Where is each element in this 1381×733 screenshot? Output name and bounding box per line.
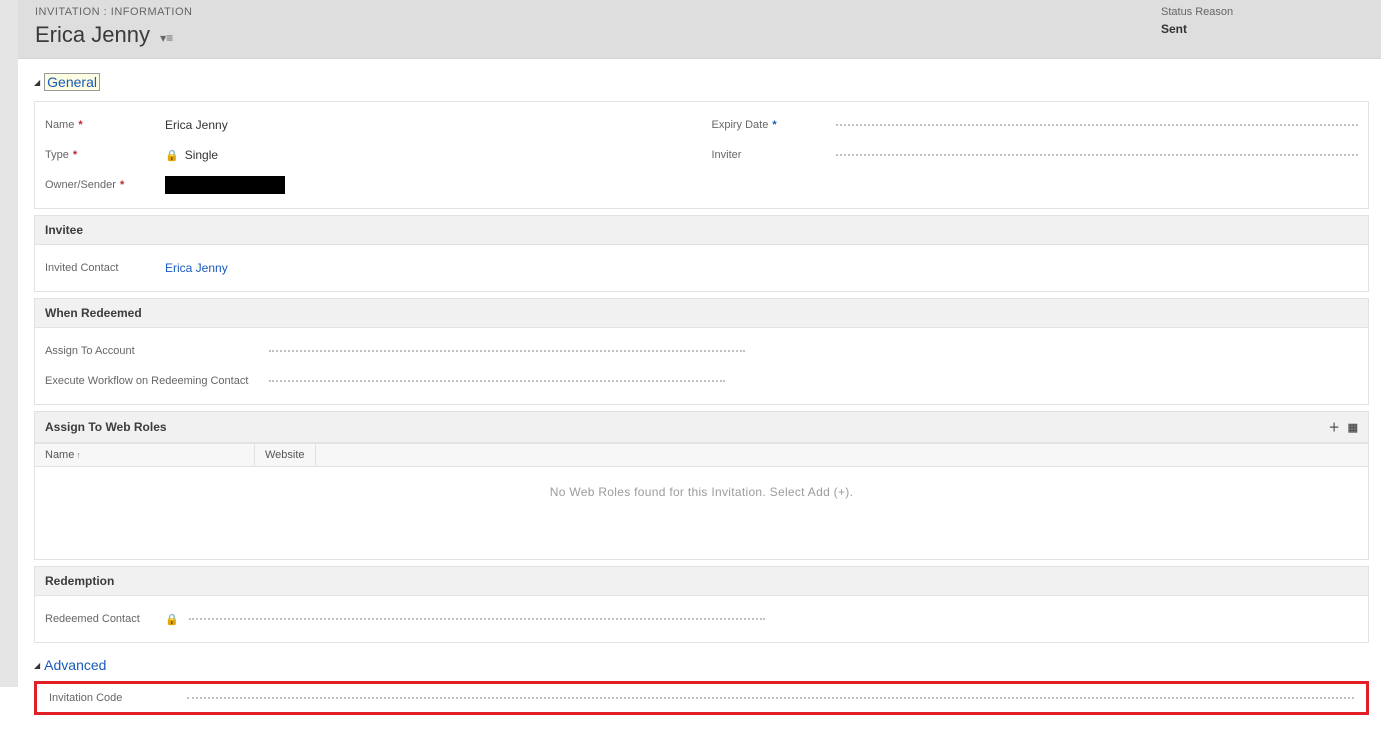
add-web-role-icon[interactable]: ＋	[1329, 419, 1340, 435]
inviter-value[interactable]	[832, 154, 1359, 156]
lock-icon: 🔒	[165, 149, 179, 162]
collapse-icon: ◢	[34, 78, 40, 87]
section-web-roles-header: Assign To Web Roles ＋ ▦	[35, 412, 1368, 443]
execute-workflow-value[interactable]	[265, 380, 725, 382]
left-gutter	[0, 0, 18, 687]
tab-advanced-label: Advanced	[44, 657, 106, 673]
invited-contact-label: Invited Contact	[45, 262, 165, 274]
section-when-redeemed-header: When Redeemed	[35, 299, 1368, 328]
section-redemption: Redemption Redeemed Contact 🔒	[34, 566, 1369, 643]
column-name[interactable]: Name↑	[35, 444, 255, 466]
redeemed-contact-label: Redeemed Contact	[45, 613, 165, 625]
assign-to-account-label: Assign To Account	[45, 345, 265, 357]
record-title: Erica Jenny ▾≡	[35, 22, 192, 48]
status-reason-value: Sent	[1161, 22, 1361, 36]
form-selector-icon[interactable]: ▾≡	[160, 31, 173, 45]
record-title-text: Erica Jenny	[35, 22, 150, 47]
name-label: Name*	[45, 119, 165, 131]
inviter-label: Inviter	[712, 149, 832, 161]
invited-contact-value[interactable]: Erica Jenny	[165, 261, 1358, 275]
collapse-icon: ◢	[34, 661, 40, 670]
section-general-fields: Name* Erica Jenny Type* 🔒 Single	[34, 101, 1369, 209]
form-header: INVITATION : INFORMATION Erica Jenny ▾≡ …	[0, 0, 1381, 59]
assign-to-account-value[interactable]	[265, 350, 745, 352]
grid-view-icon[interactable]: ▦	[1348, 421, 1358, 434]
section-redemption-header: Redemption	[35, 567, 1368, 596]
owner-sender-value[interactable]	[165, 176, 285, 194]
invitation-code-value[interactable]	[183, 697, 1354, 699]
expiry-date-label: Expiry Date*	[712, 119, 832, 131]
redeemed-contact-value[interactable]: 🔒	[165, 613, 765, 626]
invitation-code-label: Invitation Code	[49, 692, 159, 704]
tab-general-label: General	[44, 73, 100, 91]
column-website[interactable]: Website	[255, 444, 316, 466]
web-roles-table-header: Name↑ Website	[35, 443, 1368, 467]
execute-workflow-label: Execute Workflow on Redeeming Contact	[45, 375, 265, 387]
tab-general[interactable]: ◢ General	[34, 73, 100, 91]
invitation-code-highlight: Invitation Code	[34, 681, 1369, 715]
section-invitee-header: Invitee	[35, 216, 1368, 245]
name-value[interactable]: Erica Jenny	[165, 118, 692, 132]
section-web-roles: Assign To Web Roles ＋ ▦ Name↑ Website No…	[34, 411, 1369, 560]
section-invitee: Invitee Invited Contact Erica Jenny	[34, 215, 1369, 292]
expiry-date-value[interactable]	[832, 124, 1359, 126]
type-value[interactable]: 🔒 Single	[165, 148, 692, 162]
section-when-redeemed: When Redeemed Assign To Account Execute …	[34, 298, 1369, 405]
web-roles-empty-message: No Web Roles found for this Invitation. …	[35, 467, 1368, 559]
lock-icon: 🔒	[165, 613, 179, 626]
form-type-label: INVITATION : INFORMATION	[35, 6, 192, 18]
type-label: Type*	[45, 149, 165, 161]
tab-advanced[interactable]: ◢ Advanced	[34, 657, 106, 673]
status-reason-label: Status Reason	[1161, 6, 1361, 18]
owner-sender-label: Owner/Sender*	[45, 179, 165, 191]
